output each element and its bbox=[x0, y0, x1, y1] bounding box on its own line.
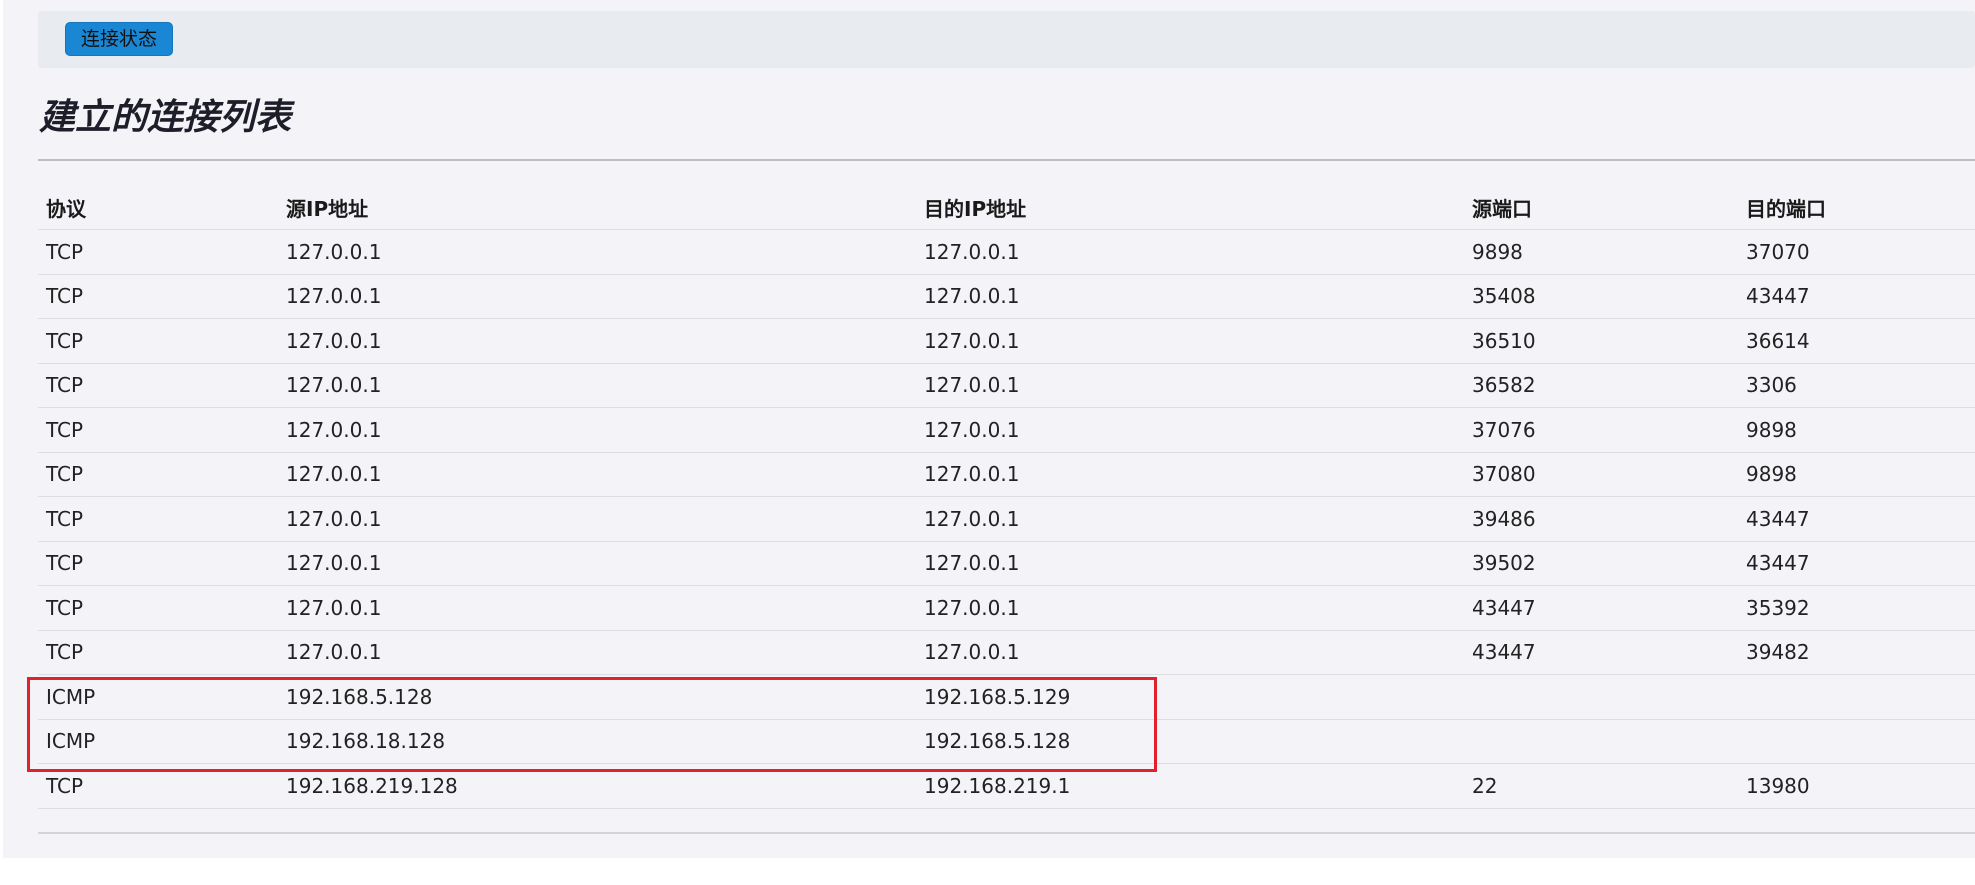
cell-dst-ip: 127.0.0.1 bbox=[916, 274, 1464, 319]
cell-dst-ip: 192.168.219.1 bbox=[916, 763, 1464, 809]
cell-src-ip: 127.0.0.1 bbox=[278, 585, 916, 631]
cell-src-port: 37076 bbox=[1464, 407, 1738, 453]
table-header-row: 协议 源IP地址 目的IP地址 源端口 目的端口 bbox=[38, 186, 1975, 230]
cell-src-port: 43447 bbox=[1464, 630, 1738, 675]
cell-dst-port: 35392 bbox=[1738, 585, 1975, 631]
cell-dst-ip: 127.0.0.1 bbox=[916, 541, 1464, 586]
cell-dst-ip: 127.0.0.1 bbox=[916, 229, 1464, 275]
cell-protocol: TCP bbox=[38, 585, 278, 631]
table-row: TCP 127.0.0.1 127.0.0.1 37080 9898 bbox=[38, 452, 1975, 497]
cell-src-ip: 192.168.5.128 bbox=[278, 674, 916, 720]
header-src-port: 源端口 bbox=[1464, 186, 1738, 230]
cell-protocol: ICMP bbox=[38, 674, 278, 720]
connection-status-button[interactable]: 连接状态 bbox=[65, 22, 174, 56]
divider-top bbox=[38, 159, 1975, 161]
cell-dst-ip: 192.168.5.128 bbox=[916, 719, 1464, 764]
table-row: TCP 127.0.0.1 127.0.0.1 35408 43447 bbox=[38, 274, 1975, 319]
cell-src-port: 36510 bbox=[1464, 318, 1738, 364]
cell-dst-port: 3306 bbox=[1738, 363, 1975, 408]
cell-src-ip: 127.0.0.1 bbox=[278, 630, 916, 675]
cell-dst-port: 13980 bbox=[1738, 763, 1975, 809]
cell-dst-port bbox=[1738, 674, 1975, 720]
cell-protocol: TCP bbox=[38, 229, 278, 275]
cell-dst-port: 43447 bbox=[1738, 496, 1975, 542]
connection-table: 协议 源IP地址 目的IP地址 源端口 目的端口 TCP 127.0.0.1 1… bbox=[38, 186, 1975, 809]
cell-dst-ip: 127.0.0.1 bbox=[916, 630, 1464, 675]
cell-src-ip: 127.0.0.1 bbox=[278, 496, 916, 542]
cell-src-port: 39486 bbox=[1464, 496, 1738, 542]
cell-dst-port: 39482 bbox=[1738, 630, 1975, 675]
cell-protocol: TCP bbox=[38, 763, 278, 809]
table-row: TCP 127.0.0.1 127.0.0.1 36582 3306 bbox=[38, 363, 1975, 408]
table-row: TCP 127.0.0.1 127.0.0.1 43447 39482 bbox=[38, 630, 1975, 675]
cell-protocol: TCP bbox=[38, 363, 278, 408]
cell-dst-ip: 127.0.0.1 bbox=[916, 452, 1464, 497]
cell-src-port: 39502 bbox=[1464, 541, 1738, 586]
cell-dst-port bbox=[1738, 719, 1975, 764]
cell-protocol: TCP bbox=[38, 496, 278, 542]
cell-src-port: 22 bbox=[1464, 763, 1738, 809]
cell-dst-port: 43447 bbox=[1738, 541, 1975, 586]
cell-dst-port: 9898 bbox=[1738, 407, 1975, 453]
divider-bottom bbox=[38, 832, 1975, 834]
cell-src-ip: 127.0.0.1 bbox=[278, 541, 916, 586]
cell-dst-ip: 127.0.0.1 bbox=[916, 363, 1464, 408]
cell-src-port: 36582 bbox=[1464, 363, 1738, 408]
table-row: ICMP 192.168.18.128 192.168.5.128 bbox=[38, 719, 1975, 764]
cell-protocol: TCP bbox=[38, 318, 278, 364]
table-row: TCP 127.0.0.1 127.0.0.1 37076 9898 bbox=[38, 407, 1975, 453]
table-row: ICMP 192.168.5.128 192.168.5.129 bbox=[38, 674, 1975, 720]
page-title: 建立的连接列表 bbox=[39, 97, 292, 138]
cell-src-port: 37080 bbox=[1464, 452, 1738, 497]
header-src-ip: 源IP地址 bbox=[278, 186, 916, 230]
page-container: 连接状态 建立的连接列表 协议 源IP地址 目的IP地址 源端口 目的端口 TC… bbox=[3, 0, 1975, 858]
cell-src-ip: 127.0.0.1 bbox=[278, 407, 916, 453]
cell-src-ip: 127.0.0.1 bbox=[278, 229, 916, 275]
table-row: TCP 192.168.219.128 192.168.219.1 22 139… bbox=[38, 763, 1975, 809]
cell-src-port: 9898 bbox=[1464, 229, 1738, 275]
cell-dst-ip: 127.0.0.1 bbox=[916, 407, 1464, 453]
table-row: TCP 127.0.0.1 127.0.0.1 36510 36614 bbox=[38, 318, 1975, 364]
cell-dst-port: 37070 bbox=[1738, 229, 1975, 275]
cell-src-port: 35408 bbox=[1464, 274, 1738, 319]
cell-protocol: ICMP bbox=[38, 719, 278, 764]
cell-src-port bbox=[1464, 719, 1738, 764]
cell-protocol: TCP bbox=[38, 630, 278, 675]
cell-src-ip: 127.0.0.1 bbox=[278, 452, 916, 497]
cell-protocol: TCP bbox=[38, 541, 278, 586]
cell-dst-ip: 127.0.0.1 bbox=[916, 496, 1464, 542]
header-dst-port: 目的端口 bbox=[1738, 186, 1975, 230]
cell-dst-port: 9898 bbox=[1738, 452, 1975, 497]
cell-src-ip: 127.0.0.1 bbox=[278, 318, 916, 364]
cell-dst-ip: 127.0.0.1 bbox=[916, 318, 1464, 364]
table-row: TCP 127.0.0.1 127.0.0.1 39502 43447 bbox=[38, 541, 1975, 586]
cell-dst-ip: 127.0.0.1 bbox=[916, 585, 1464, 631]
cell-protocol: TCP bbox=[38, 407, 278, 453]
cell-dst-port: 43447 bbox=[1738, 274, 1975, 319]
cell-dst-port: 36614 bbox=[1738, 318, 1975, 364]
table-row: TCP 127.0.0.1 127.0.0.1 43447 35392 bbox=[38, 585, 1975, 631]
cell-protocol: TCP bbox=[38, 274, 278, 319]
cell-src-port bbox=[1464, 674, 1738, 720]
header-dst-ip: 目的IP地址 bbox=[916, 186, 1464, 230]
cell-src-ip: 192.168.219.128 bbox=[278, 763, 916, 809]
cell-src-ip: 127.0.0.1 bbox=[278, 363, 916, 408]
top-toolbar: 连接状态 bbox=[38, 11, 1975, 68]
table-row: TCP 127.0.0.1 127.0.0.1 9898 37070 bbox=[38, 229, 1975, 275]
cell-dst-ip: 192.168.5.129 bbox=[916, 674, 1464, 720]
table-row: TCP 127.0.0.1 127.0.0.1 39486 43447 bbox=[38, 496, 1975, 542]
cell-src-ip: 192.168.18.128 bbox=[278, 719, 916, 764]
cell-protocol: TCP bbox=[38, 452, 278, 497]
header-protocol: 协议 bbox=[38, 186, 278, 230]
cell-src-ip: 127.0.0.1 bbox=[278, 274, 916, 319]
cell-src-port: 43447 bbox=[1464, 585, 1738, 631]
